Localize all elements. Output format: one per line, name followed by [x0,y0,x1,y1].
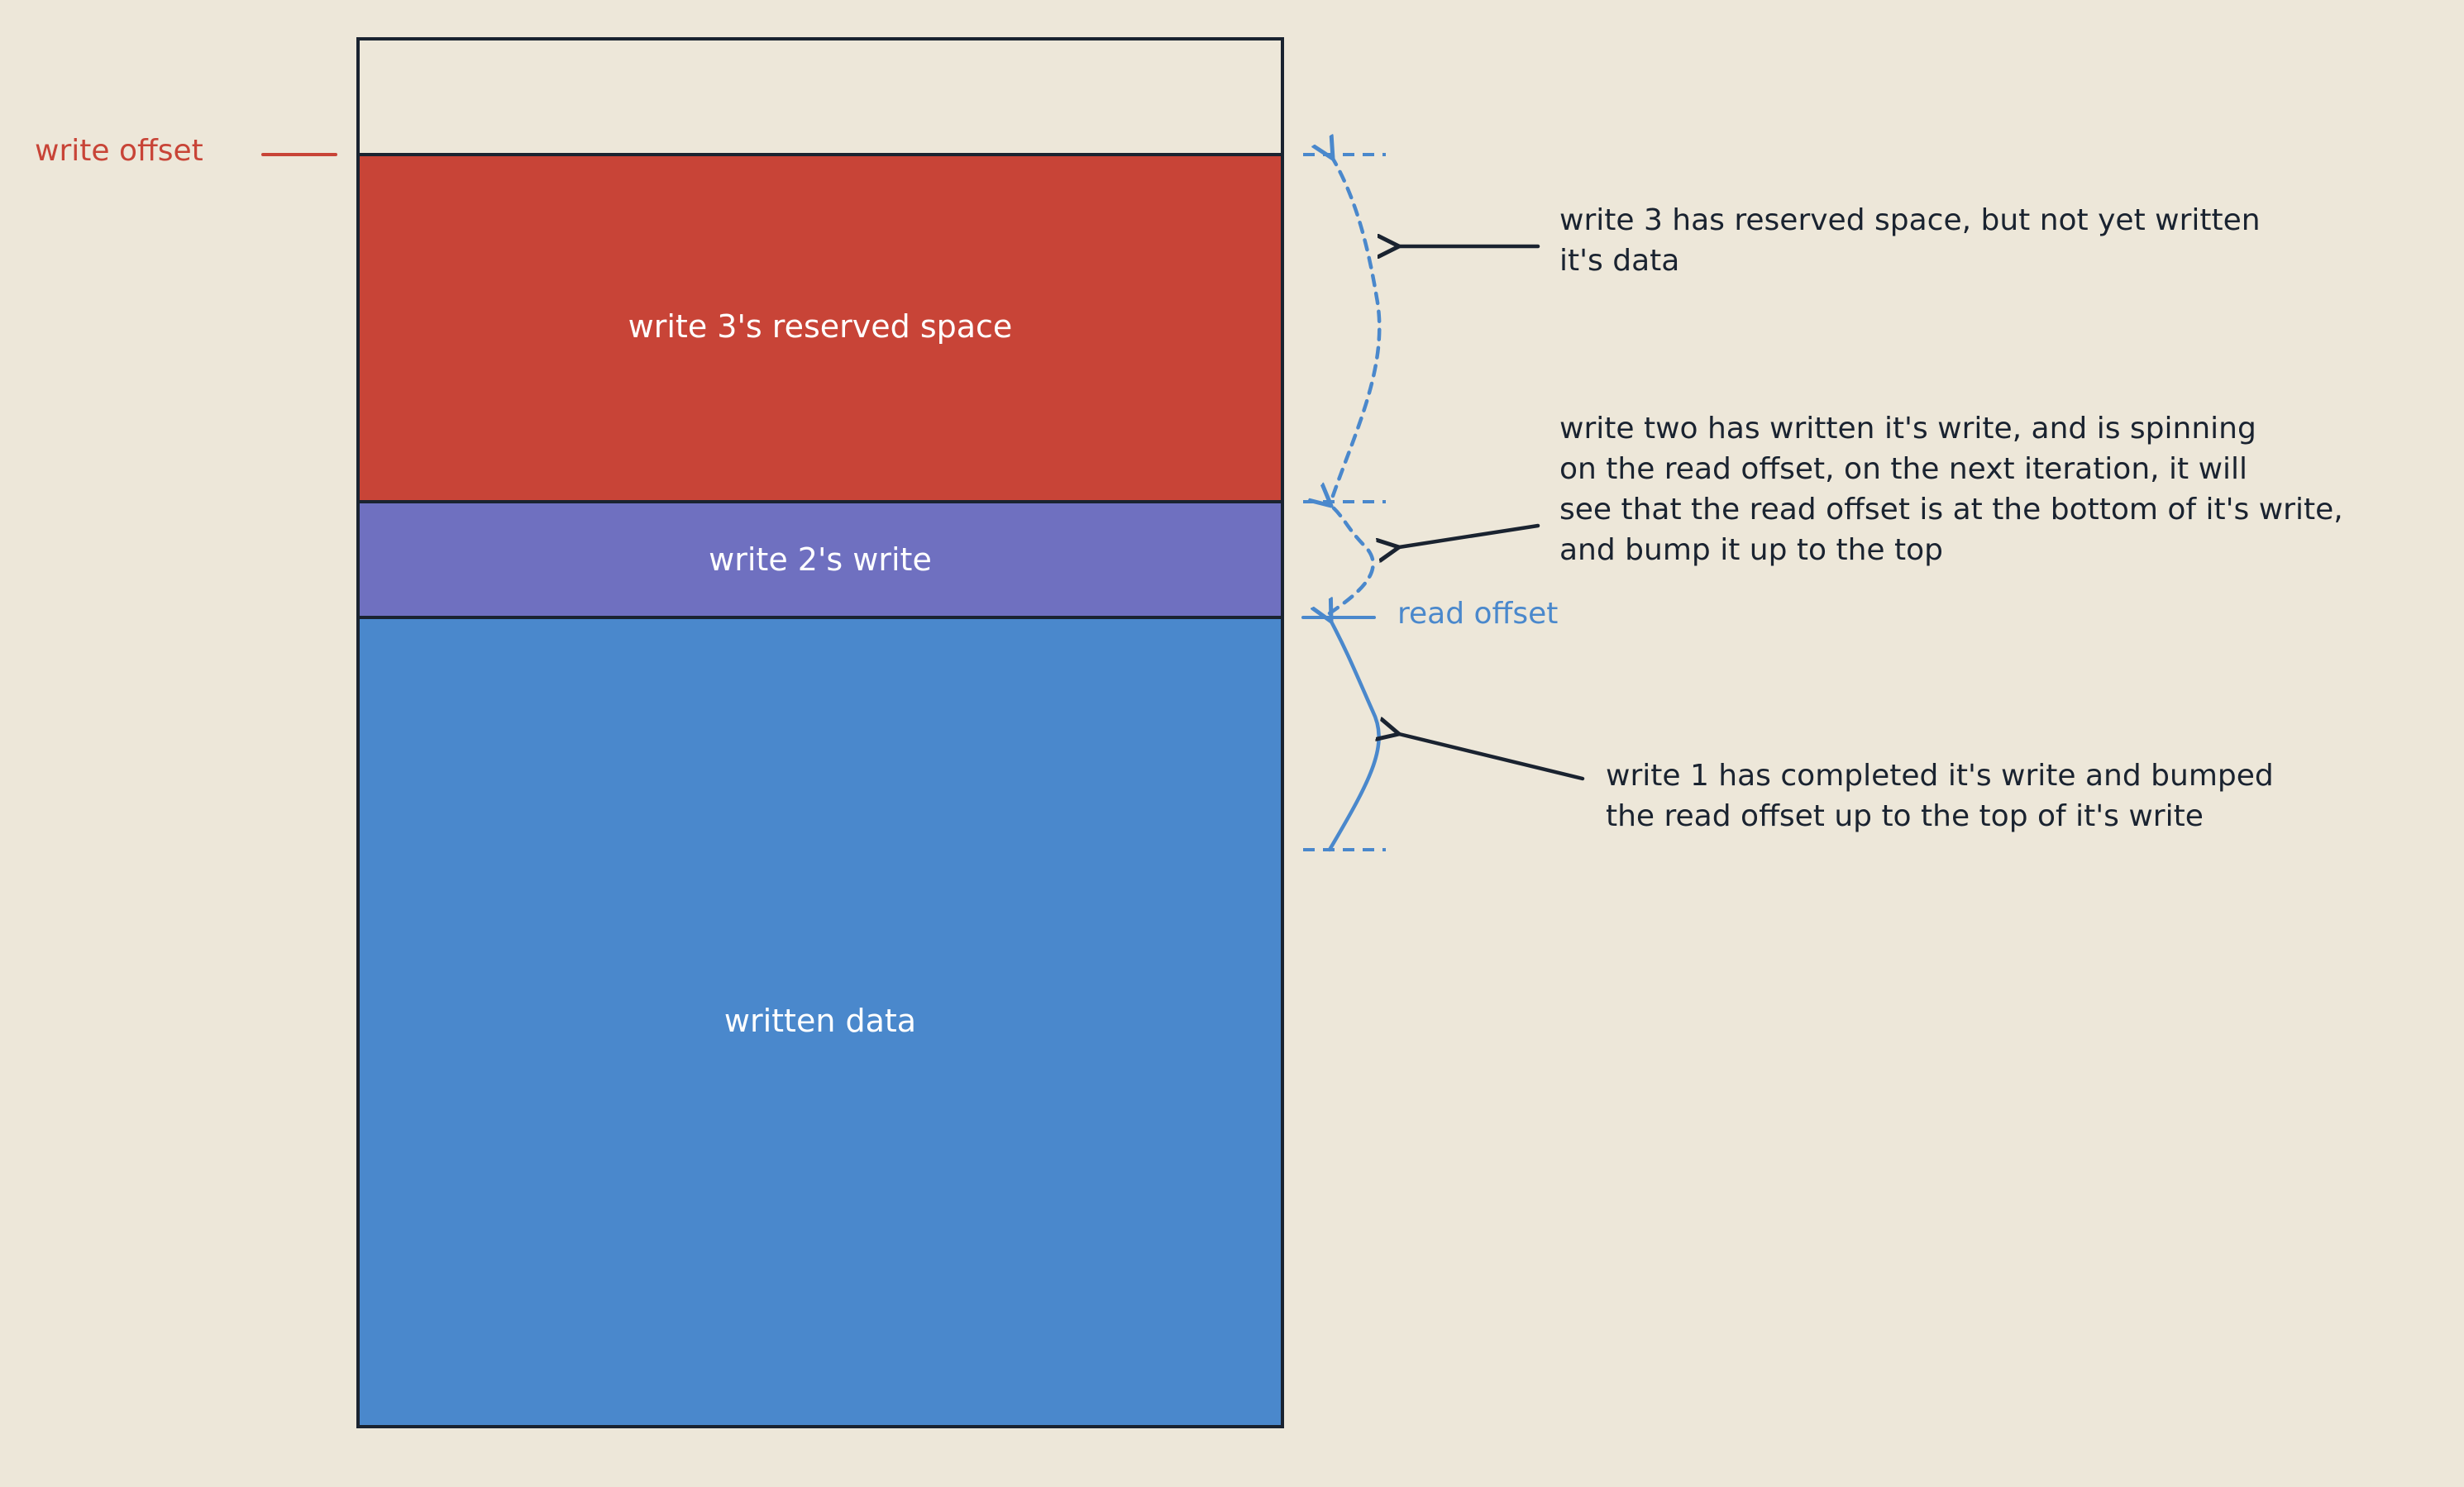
ring-buffer-diagram: write 3's reserved space write 2's write… [0,0,2464,1483]
write-offset-label: write offset [35,134,203,168]
write2-note-line: and bump it up to the top [1559,533,1943,567]
read-offset-label: read offset [1397,597,1558,631]
write3-note: write 3 has reserved space, but not yet … [1559,203,2270,278]
write3-bump-arrow [1333,159,1382,498]
write1-note: write 1 has completed it's write and bum… [1606,759,2283,833]
write1-bump-arrow [1330,622,1381,852]
write3-note-line: write 3 has reserved space, but not yet … [1559,203,2261,237]
write2-note-line: write two has written it's write, and is… [1559,412,2256,446]
reserved-space-label: write 3's reserved space [628,308,1013,345]
write2-label: write 2's write [709,541,932,578]
write1-note-line: write 1 has completed it's write and bum… [1606,759,2274,793]
write2-note-line: on the read offset, on the next iteratio… [1559,452,2247,486]
write1-note-arrow [1399,734,1585,781]
diagram-canvas: write 3's reserved space write 2's write… [35,37,2352,1428]
write3-note-line: it's data [1559,244,1679,278]
write1-note-line: the read offset up to the top of it's wr… [1606,799,2204,833]
write2-note-line: see that the read offset is at the botto… [1559,493,2343,527]
written-data-label: written data [724,1003,916,1039]
write2-note: write two has written it's write, and is… [1559,412,2352,567]
write2-note-arrow [1399,523,1540,547]
write2-bump-arrow [1330,506,1375,616]
